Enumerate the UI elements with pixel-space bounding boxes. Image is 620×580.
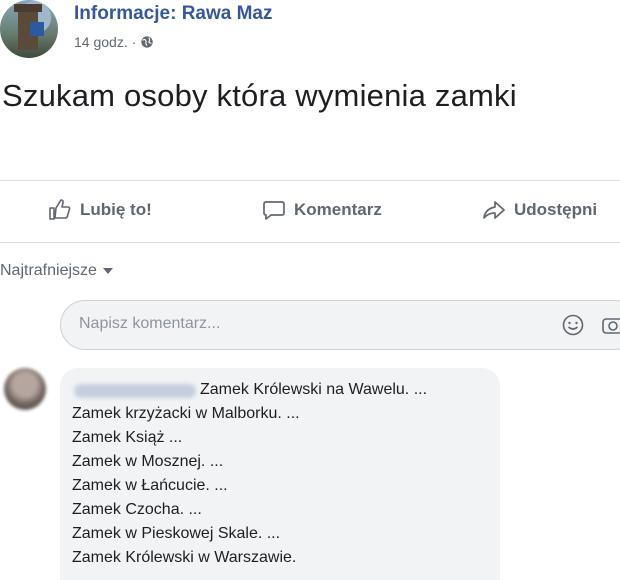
comment-line: Zamek w Pieskowej Skale. ... [72,525,281,542]
comment-line: Zamek Czocha. ... [72,501,202,518]
comment-line: Zamek krzyżacki w Malborku. ... [72,405,300,422]
like-label: Lubię to! [80,200,152,219]
comment-line: Zamek w Mosznej. ... [72,453,224,470]
meta-separator: · [131,34,137,50]
divider-bottom [0,242,620,243]
post-header: Informacje: Rawa Maz 14 godz. · [0,0,620,64]
comment-button[interactable]: Komentarz [262,198,382,222]
globe-icon [141,36,154,48]
comment-line: Zamek Książ ... [72,429,183,446]
share-label: Udostępni [514,200,598,219]
sort-label: Najtrafniejsze [0,262,97,279]
comments-sort-dropdown[interactable]: Najtrafniejsze [0,262,113,280]
speech-bubble-icon [263,201,285,220]
comment-text: Zamek Królewski na Wawelu. ... Zamek krz… [72,378,427,570]
post-meta: 14 godz. · [74,34,154,50]
comment-line: Zamek Królewski w Warszawie. [72,549,297,566]
share-button[interactable]: Udostępni [482,198,597,222]
commenter-avatar[interactable] [4,368,46,410]
comment-line: Zamek Królewski na Wawelu. ... [200,381,428,398]
divider-top [0,180,620,181]
like-button[interactable]: Lubię to! [48,198,152,222]
share-arrow-icon [483,201,505,219]
post-timestamp[interactable]: 14 godz. [74,34,128,50]
comment-bubble: Zamek Królewski na Wawelu. ... Zamek krz… [60,368,500,580]
comment-line: Zamek w Łańcucie. ... [72,477,228,494]
thumbs-up-icon [49,199,71,220]
comment-input-placeholder: Napisz komentarz... [79,315,221,332]
comment-input[interactable]: Napisz komentarz... [60,300,620,350]
camera-icon[interactable] [601,313,620,337]
action-bar: Lubię to! Komentarz Udostępni [0,190,620,236]
page-avatar[interactable] [0,0,58,58]
chevron-down-icon [102,268,113,274]
comment-label: Komentarz [294,200,382,219]
smiley-icon[interactable] [561,313,585,337]
page-name-link[interactable]: Informacje: Rawa Maz [74,3,273,25]
post-text: Szukam osoby która wymienia zamki [2,78,517,113]
avatar-banner-shape [30,22,44,36]
